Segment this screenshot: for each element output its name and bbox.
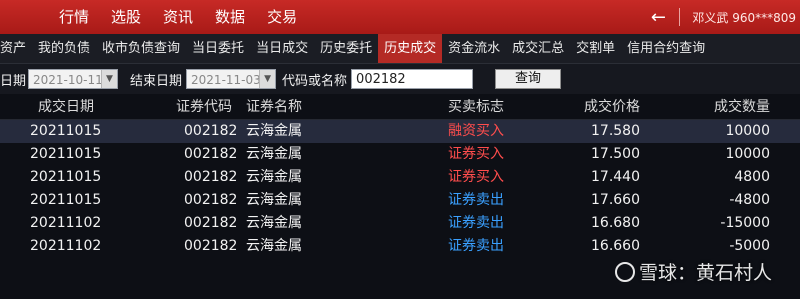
cell-buy-sell-flag: 证券买入 (448, 146, 504, 162)
menu-divider (679, 8, 681, 26)
header-trade-qty[interactable]: 成交数量 (714, 94, 770, 120)
cell-trade-qty: -4800 (729, 192, 770, 208)
menu-item-trade[interactable]: 交易 (256, 0, 308, 34)
end-date-value: 2021-11-03 (191, 73, 261, 87)
start-date-picker[interactable]: 2021-10-11 ▼ (28, 69, 119, 89)
cell-trade-qty: 4800 (734, 169, 770, 185)
cell-security-code: 002182 (184, 169, 238, 185)
cell-trade-qty: 10000 (725, 146, 770, 162)
menu-item-market[interactable]: 行情 (48, 0, 100, 34)
tab-today-orders[interactable]: 当日委托 (186, 34, 250, 63)
table-row[interactable]: 20211015 002182 云海金属 融资买入 17.580 10000 (0, 120, 800, 143)
query-filter-bar: 日期 2021-10-11 ▼ 结束日期 2021-11-03 ▼ 代码或名称 … (0, 64, 800, 94)
cell-trade-price: 17.580 (591, 123, 640, 139)
cell-trade-qty: -15000 (720, 215, 770, 231)
user-account: 邓义武 960***809 (692, 10, 796, 25)
menu-item-stock-picker[interactable]: 选股 (100, 0, 152, 34)
cell-security-name: 云海金属 (246, 192, 302, 208)
cell-trade-price: 17.440 (591, 169, 640, 185)
cell-security-name: 云海金属 (246, 238, 302, 254)
menu-item-news[interactable]: 资讯 (152, 0, 204, 34)
code-input[interactable]: 002182 (351, 69, 474, 89)
tab-trade-summary[interactable]: 成交汇总 (506, 34, 570, 63)
function-tabs: 资产 我的负债 收市负债查询 当日委托 当日成交 历史委托 历史成交 资金流水 … (0, 34, 800, 64)
code-label: 代码或名称 (282, 73, 348, 89)
watermark: 雪球：黄石村人 (614, 258, 772, 285)
cell-trade-date: 20211015 (30, 123, 102, 139)
cell-buy-sell-flag: 融资买入 (448, 123, 504, 139)
top-menu-bar: 行情 选股 资讯 数据 交易 ← 邓义武 960***809 (0, 0, 800, 34)
cell-buy-sell-flag: 证券买入 (448, 169, 504, 185)
tab-today-trades[interactable]: 当日成交 (250, 34, 314, 63)
header-security-name[interactable]: 证券名称 (246, 94, 302, 120)
cell-trade-date: 20211015 (30, 192, 102, 208)
header-trade-date[interactable]: 成交日期 (38, 94, 94, 120)
cell-buy-sell-flag: 证券卖出 (448, 192, 504, 208)
end-date-picker[interactable]: 2021-11-03 ▼ (186, 69, 277, 89)
header-buy-sell-flag[interactable]: 买卖标志 (448, 94, 504, 120)
query-button[interactable]: 查询 (495, 69, 562, 89)
tab-fund-flow[interactable]: 资金流水 (442, 34, 506, 63)
start-date-value: 2021-10-11 (33, 73, 103, 87)
cell-trade-qty: 10000 (725, 123, 770, 139)
cell-trade-price: 17.660 (591, 192, 640, 208)
cell-security-name: 云海金属 (246, 169, 302, 185)
cell-buy-sell-flag: 证券卖出 (448, 215, 504, 231)
table-row[interactable]: 20211102 002182 云海金属 证券卖出 16.660 -5000 (0, 235, 800, 258)
cell-security-code: 002182 (184, 192, 238, 208)
tab-history-orders[interactable]: 历史委托 (314, 34, 378, 63)
tab-my-liabilities[interactable]: 我的负债 (32, 34, 96, 63)
table-row[interactable]: 20211015 002182 云海金属 证券卖出 17.660 -4800 (0, 189, 800, 212)
cell-security-name: 云海金属 (246, 215, 302, 231)
cell-trade-price: 17.500 (591, 146, 640, 162)
cell-trade-date: 20211102 (30, 215, 102, 231)
watermark-text: 雪球：黄石村人 (638, 262, 772, 284)
table-row[interactable]: 20211015 002182 云海金属 证券买入 17.500 10000 (0, 143, 800, 166)
cell-security-code: 002182 (184, 215, 238, 231)
table-row[interactable]: 20211102 002182 云海金属 证券卖出 16.680 -15000 (0, 212, 800, 235)
cell-security-code: 002182 (184, 238, 238, 254)
cell-security-code: 002182 (184, 123, 238, 139)
cell-trade-price: 16.660 (591, 238, 640, 254)
cell-security-name: 云海金属 (246, 146, 302, 162)
cell-buy-sell-flag: 证券卖出 (448, 238, 504, 254)
cell-trade-qty: -5000 (729, 238, 770, 254)
header-trade-price[interactable]: 成交价格 (584, 94, 640, 120)
cell-trade-date: 20211102 (30, 238, 102, 254)
table-body: 20211015 002182 云海金属 融资买入 17.580 10000 2021101… (0, 120, 800, 258)
back-arrow-icon[interactable]: ← (649, 7, 667, 28)
tab-history-trades[interactable]: 历史成交 (378, 34, 443, 63)
cell-trade-date: 20211015 (30, 169, 102, 185)
end-date-label: 结束日期 (130, 73, 183, 89)
tab-assets[interactable]: 资产 (0, 34, 32, 63)
table-row[interactable]: 20211015 002182 云海金属 证券买入 17.440 4800 (0, 166, 800, 189)
cell-security-code: 002182 (184, 146, 238, 162)
chevron-down-icon[interactable]: ▼ (259, 70, 276, 88)
cell-trade-price: 16.680 (591, 215, 640, 231)
chevron-down-icon[interactable]: ▼ (101, 70, 118, 88)
history-trades-table: 成交日期 证券代码 证券名称 买卖标志 成交价格 成交数量 20211015 00… (0, 94, 800, 299)
menu-item-data[interactable]: 数据 (204, 0, 256, 34)
tab-closing-liabilities[interactable]: 收市负债查询 (96, 34, 186, 63)
cell-security-name: 云海金属 (246, 123, 302, 139)
tab-settlement[interactable]: 交割单 (570, 34, 621, 63)
header-security-code[interactable]: 证券代码 (176, 94, 232, 120)
start-date-label: 日期 (0, 73, 27, 89)
snowball-logo-icon (614, 261, 635, 282)
table-header: 成交日期 证券代码 证券名称 买卖标志 成交价格 成交数量 (0, 94, 800, 120)
tab-credit-contracts[interactable]: 信用合约查询 (621, 34, 711, 63)
cell-trade-date: 20211015 (30, 146, 102, 162)
